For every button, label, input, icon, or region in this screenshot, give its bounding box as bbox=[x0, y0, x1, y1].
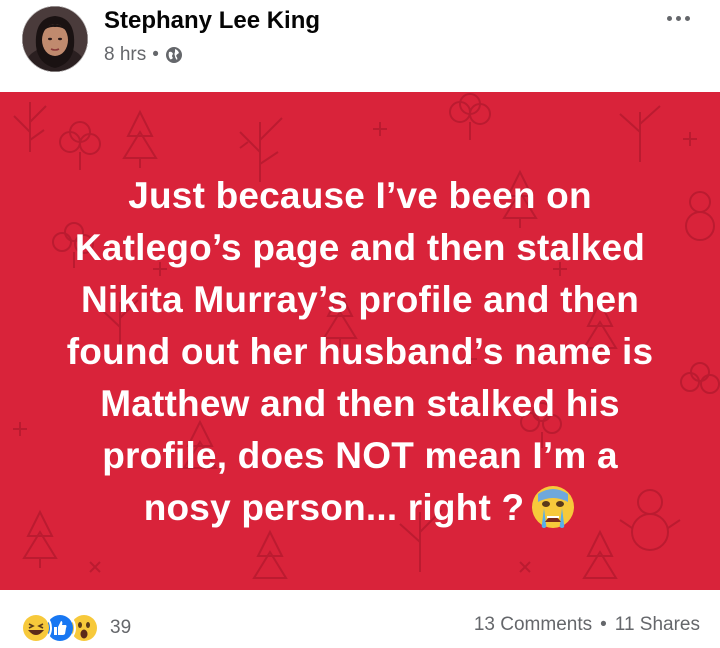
engagement-stats: 13 Comments • 11 Shares bbox=[474, 614, 700, 636]
more-options-icon[interactable] bbox=[662, 6, 694, 30]
reactions-summary[interactable]: 39 bbox=[20, 612, 131, 644]
post-body[interactable]: Just because I’ve been on Katlego’s page… bbox=[0, 92, 720, 590]
post-text-line: Just because I’ve been on bbox=[128, 175, 592, 216]
post-meta: 8 hrs • bbox=[104, 42, 183, 68]
timestamp[interactable]: 8 hrs bbox=[104, 42, 146, 68]
post-text-line: Nikita Murray’s profile and then bbox=[80, 279, 640, 320]
avatar[interactable] bbox=[22, 6, 88, 72]
post-text-line: Matthew and then stalked his bbox=[100, 383, 620, 424]
author-name[interactable]: Stephany Lee King bbox=[104, 6, 320, 36]
post-text-line: profile, does NOT mean I’m a bbox=[102, 435, 618, 476]
dot bbox=[666, 15, 672, 21]
haha-icon bbox=[20, 612, 52, 644]
stats-separator: • bbox=[600, 614, 607, 635]
dot bbox=[675, 15, 681, 21]
dot bbox=[684, 15, 690, 21]
post-text-line: nosy person... right ? bbox=[143, 487, 525, 528]
post-header: Stephany Lee King 8 hrs • bbox=[0, 0, 720, 92]
globe-icon[interactable] bbox=[165, 46, 183, 64]
meta-separator: • bbox=[152, 44, 159, 65]
post-text-line: Katlego’s page and then stalked bbox=[74, 227, 646, 268]
post-text-line: found out her husband’s name is bbox=[66, 331, 654, 372]
profile-photo bbox=[22, 6, 88, 72]
comments-link[interactable]: 13 Comments bbox=[474, 614, 592, 636]
post-text-last-line: nosy person... right ? bbox=[30, 482, 690, 534]
shares-link[interactable]: 11 Shares bbox=[615, 614, 700, 636]
post-text: Just because I’ve been on Katlego’s page… bbox=[30, 170, 690, 534]
reaction-count: 39 bbox=[110, 617, 132, 638]
crying-face-emoji bbox=[530, 484, 576, 530]
post-footer: 39 13 Comments • 11 Shares bbox=[0, 590, 720, 648]
